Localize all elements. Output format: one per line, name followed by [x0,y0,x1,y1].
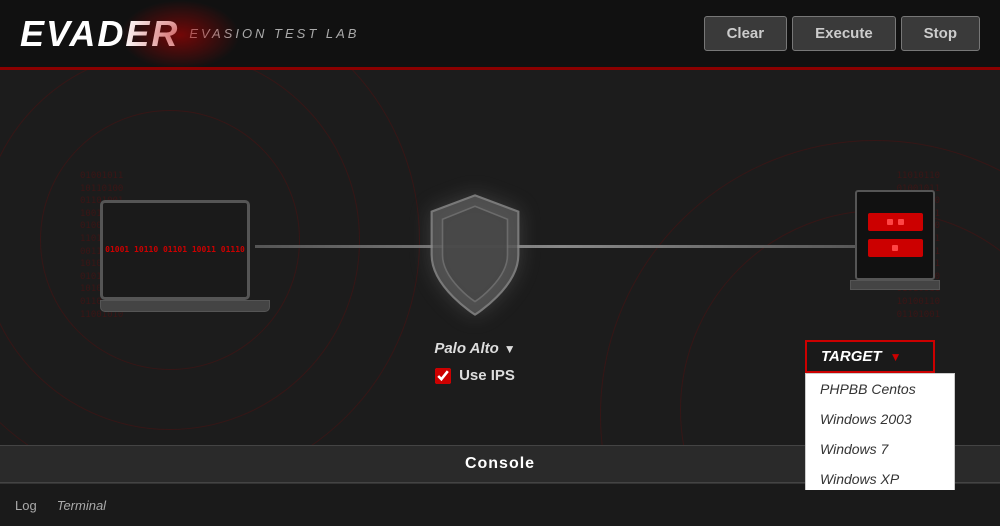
subtitle: EVASION TEST LAB [189,26,359,41]
laptop-base [100,300,270,312]
header-buttons: Clear Execute Stop [704,16,980,51]
target-dropdown-container: TARGET ▼ PHPBB Centos Windows 2003 Windo… [805,340,955,490]
clear-button[interactable]: Clear [704,16,788,51]
laptop-content: 01001 10110 01101 10011 01110 [105,245,245,255]
target-option-4[interactable]: Windows XP [806,464,954,490]
attacker-machine: 01001 10110 01101 10011 01110 [100,200,260,312]
target-label: TARGET [821,348,882,365]
header: EVADER EVASION TEST LAB Clear Execute St… [0,0,1000,70]
firewall-name: Palo Alto [434,340,498,357]
connection-line [255,245,870,248]
use-ips-label: Use IPS [459,367,515,384]
server-light-2 [898,219,904,225]
firewall-dropdown[interactable]: Palo Alto ▼ [390,340,560,357]
firewall-dropdown-arrow: ▼ [504,342,516,356]
target-option-3[interactable]: Windows 7 [806,434,954,464]
target-dropdown-arrow: ▼ [890,350,902,364]
server-icon [855,190,935,280]
server-slot-1 [868,213,923,231]
server-slot-2 [868,239,923,257]
target-server [850,190,940,290]
target-button[interactable]: TARGET ▼ [805,340,935,373]
target-menu: PHPBB Centos Windows 2003 Windows 7 Wind… [805,373,955,490]
main-area: 01001011 10110100 01101001 10011010 0100… [0,70,1000,490]
stop-button[interactable]: Stop [901,16,980,51]
logo: EVADER [20,13,179,55]
console-label: Console [465,455,535,473]
server-light-3 [892,245,898,251]
laptop-screen: 01001 10110 01101 10011 01110 [100,200,250,300]
execute-button[interactable]: Execute [792,16,896,51]
server-light-1 [887,219,893,225]
use-ips-checkbox[interactable] [435,368,451,384]
use-ips-control: Use IPS [390,367,560,384]
firewall-controls: Palo Alto ▼ Use IPS [390,340,560,384]
target-option-1[interactable]: PHPBB Centos [806,374,954,404]
tab-terminal[interactable]: Terminal [57,498,106,513]
shield-icon [420,190,530,325]
server-base [850,280,940,290]
tab-log[interactable]: Log [15,498,37,513]
target-option-2[interactable]: Windows 2003 [806,404,954,434]
